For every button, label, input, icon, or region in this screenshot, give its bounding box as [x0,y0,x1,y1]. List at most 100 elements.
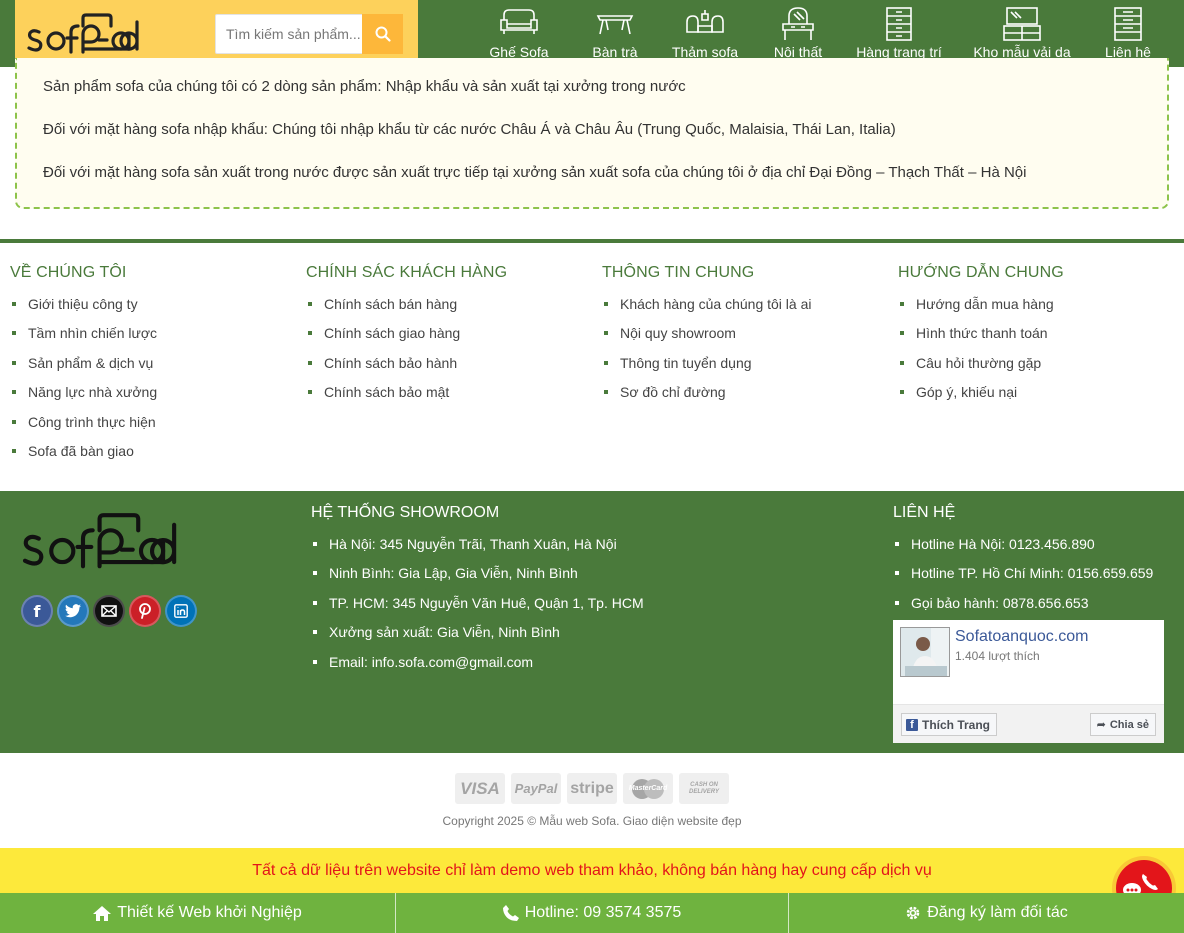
intro-line: Đối với mặt hàng sofa sản xuất trong nướ… [43,164,1027,181]
stripe-icon: stripe [567,773,617,804]
footer-link[interactable]: Công trình thực hiện [10,412,300,441]
share-icon: ➦ [1096,719,1106,731]
nav-item-ghe-sofa[interactable]: Ghế Sofa [480,0,558,67]
hotline-button[interactable]: Hotline: 09 3574 3575 [396,893,788,933]
like-label: Thích Trang [922,717,991,732]
footer-col-guide: HƯỚNG DẪN CHUNG Hướng dẫn mua hàng Hình … [898,264,1184,412]
mastercard-label: MasterCard [628,785,668,792]
showroom-item: Hà Nội: 345 Nguyễn Trãi, Thanh Xuân, Hà … [311,534,644,563]
phone-icon [502,905,519,921]
footer-link[interactable]: Thông tin tuyển dụng [602,353,892,382]
footer-col-title: THÔNG TIN CHUNG [602,264,755,281]
site-logo[interactable] [27,12,157,59]
showroom-item: TP. HCM: 345 Nguyễn Văn Huê, Quận 1, Tp.… [311,593,644,622]
facebook-icon: f [33,601,41,621]
rug-icon [686,10,724,33]
partner-signup-label: Đăng ký làm đối tác [927,904,1068,921]
nav-item-tham-sofa[interactable]: Thảm sofa [666,0,744,67]
footer-main: f HỆ THỐNG SHOWROOM Hà Nội: 345 Nguyễn T… [0,491,1184,753]
facebook-button[interactable]: f [21,595,53,627]
drawer-icon [1114,7,1142,41]
footer-link[interactable]: Giới thiệu công ty [10,294,300,323]
brand-area [15,0,418,67]
footer-link[interactable]: Câu hỏi thường gặp [898,353,1184,382]
demo-notice-banner: Tất cả dữ liệu trên website chỉ làm demo… [0,848,1184,893]
nav-item-noi-that[interactable]: Nội thất [764,0,832,67]
contact-item[interactable]: Gọi bảo hành: 0878.656.653 [893,593,1153,622]
linkedin-icon [174,604,188,618]
contact-item[interactable]: Hotline TP. Hồ Chí Minh: 0156.659.659 [893,563,1153,592]
footer-logo[interactable] [22,511,202,574]
footer-divider [0,239,1184,243]
copyright-text: Copyright 2025 © Mẫu web Sofa. Giao diện… [442,814,742,828]
cabinet-icon [886,7,912,41]
avatar-photo-icon [901,628,949,676]
showroom-item[interactable]: Email: info.sofa.com@gmail.com [311,652,644,681]
cash-on-delivery-icon: CASH ON DELIVERY [679,773,729,804]
tv-stand-icon [1003,7,1041,41]
home-icon [93,905,112,921]
footer-col-info: THÔNG TIN CHUNG Khách hàng của chúng tôi… [602,264,892,412]
linkedin-button[interactable] [165,595,197,627]
intro-line: Sản phẩm sofa của chúng tôi có 2 dòng sả… [43,78,686,95]
bottom-action-bar: Thiết kế Web khởi Nghiệp Hotline: 09 357… [0,893,1184,933]
facebook-action-bar: f Thích Trang ➦ Chia sẻ [893,704,1164,743]
twitter-icon [65,604,81,618]
web-design-label: Thiết kế Web khởi Nghiệp [117,904,302,921]
search-icon [375,26,391,42]
search-input[interactable] [216,15,363,53]
partner-signup-button[interactable]: Đăng ký làm đối tác [789,893,1184,933]
sofa-ab-logo-icon [22,513,177,569]
footer-link[interactable]: Sản phẩm & dịch vụ [10,353,300,382]
nav-item-kho-mau-vai-da[interactable]: Kho mẫu vải da [970,0,1074,67]
pinterest-button[interactable] [129,595,161,627]
footer-link[interactable]: Sơ đồ chỉ đường [602,382,892,411]
showroom-item: Xưởng sản xuất: Gia Viễn, Ninh Bình [311,622,644,651]
facebook-share-button[interactable]: ➦ Chia sẻ [1089,713,1156,736]
showroom-item: Ninh Bình: Gia Lập, Gia Viễn, Ninh Bình [311,563,644,592]
pinterest-icon [139,603,151,619]
email-icon [101,605,117,617]
footer-link[interactable]: Hướng dẫn mua hàng [898,294,1184,323]
footer-link[interactable]: Năng lực nhà xưởng [10,382,300,411]
facebook-page-name[interactable]: Sofatoanquoc.com [955,628,1088,646]
facebook-like-button[interactable]: f Thích Trang [901,713,998,736]
footer-link[interactable]: Hình thức thanh toán [898,323,1184,352]
intro-box: Sản phẩm sofa của chúng tôi có 2 dòng sả… [15,58,1169,209]
nav-item-lien-he[interactable]: Liên hệ [1098,0,1158,67]
footer-link[interactable]: Chính sách bán hàng [306,294,596,323]
footer-link[interactable]: Khách hàng của chúng tôi là ai [602,294,892,323]
footer-col-policy: CHÍNH SÁC KHÁCH HÀNG Chính sách bán hàng… [306,264,596,412]
footer-col-title: VỀ CHÚNG TÔI [10,264,127,281]
nav-item-ban-tra[interactable]: Bàn trà [580,0,650,67]
footer-link[interactable]: Góp ý, khiếu nại [898,382,1184,411]
footer-col-title: CHÍNH SÁC KHÁCH HÀNG [306,264,508,281]
facebook-page-avatar[interactable] [900,627,950,677]
visa-icon: VISA [455,773,505,804]
search-button[interactable] [362,14,403,54]
footer-col-about: VỀ CHÚNG TÔI Giới thiệu công ty Tầm nhìn… [10,264,300,470]
share-label: Chia sẻ [1109,718,1149,731]
gear-icon [906,906,920,920]
footer-link[interactable]: Sofa đã bàn giao [10,441,300,470]
web-design-button[interactable]: Thiết kế Web khởi Nghiệp [0,893,395,933]
contact-title: LIÊN HỆ [893,504,956,521]
sofa-ab-logo-icon [27,13,139,54]
showroom-title: HỆ THỐNG SHOWROOM [311,504,500,521]
nav-item-hang-trang-tri[interactable]: Hàng trang trí [852,0,946,67]
footer-link[interactable]: Nội quy showroom [602,323,892,352]
footer-link[interactable]: Chính sách bảo hành [306,353,596,382]
facebook-icon: f [906,718,918,731]
sofa-icon [500,9,538,34]
search-box [215,14,403,54]
footer-link[interactable]: Chính sách bảo mật [306,382,596,411]
footer-link[interactable]: Tầm nhìn chiến lược [10,323,300,352]
footer-col-title: HƯỚNG DẪN CHUNG [898,264,1064,281]
intro-line: Đối với mặt hàng sofa nhập khẩu: Chúng t… [43,121,896,138]
coffee-table-icon [596,15,634,35]
contact-item[interactable]: Hotline Hà Nội: 0123.456.890 [893,534,1153,563]
dresser-mirror-icon [782,7,814,40]
email-button[interactable] [93,595,125,627]
footer-link[interactable]: Chính sách giao hàng [306,323,596,352]
twitter-button[interactable] [57,595,89,627]
